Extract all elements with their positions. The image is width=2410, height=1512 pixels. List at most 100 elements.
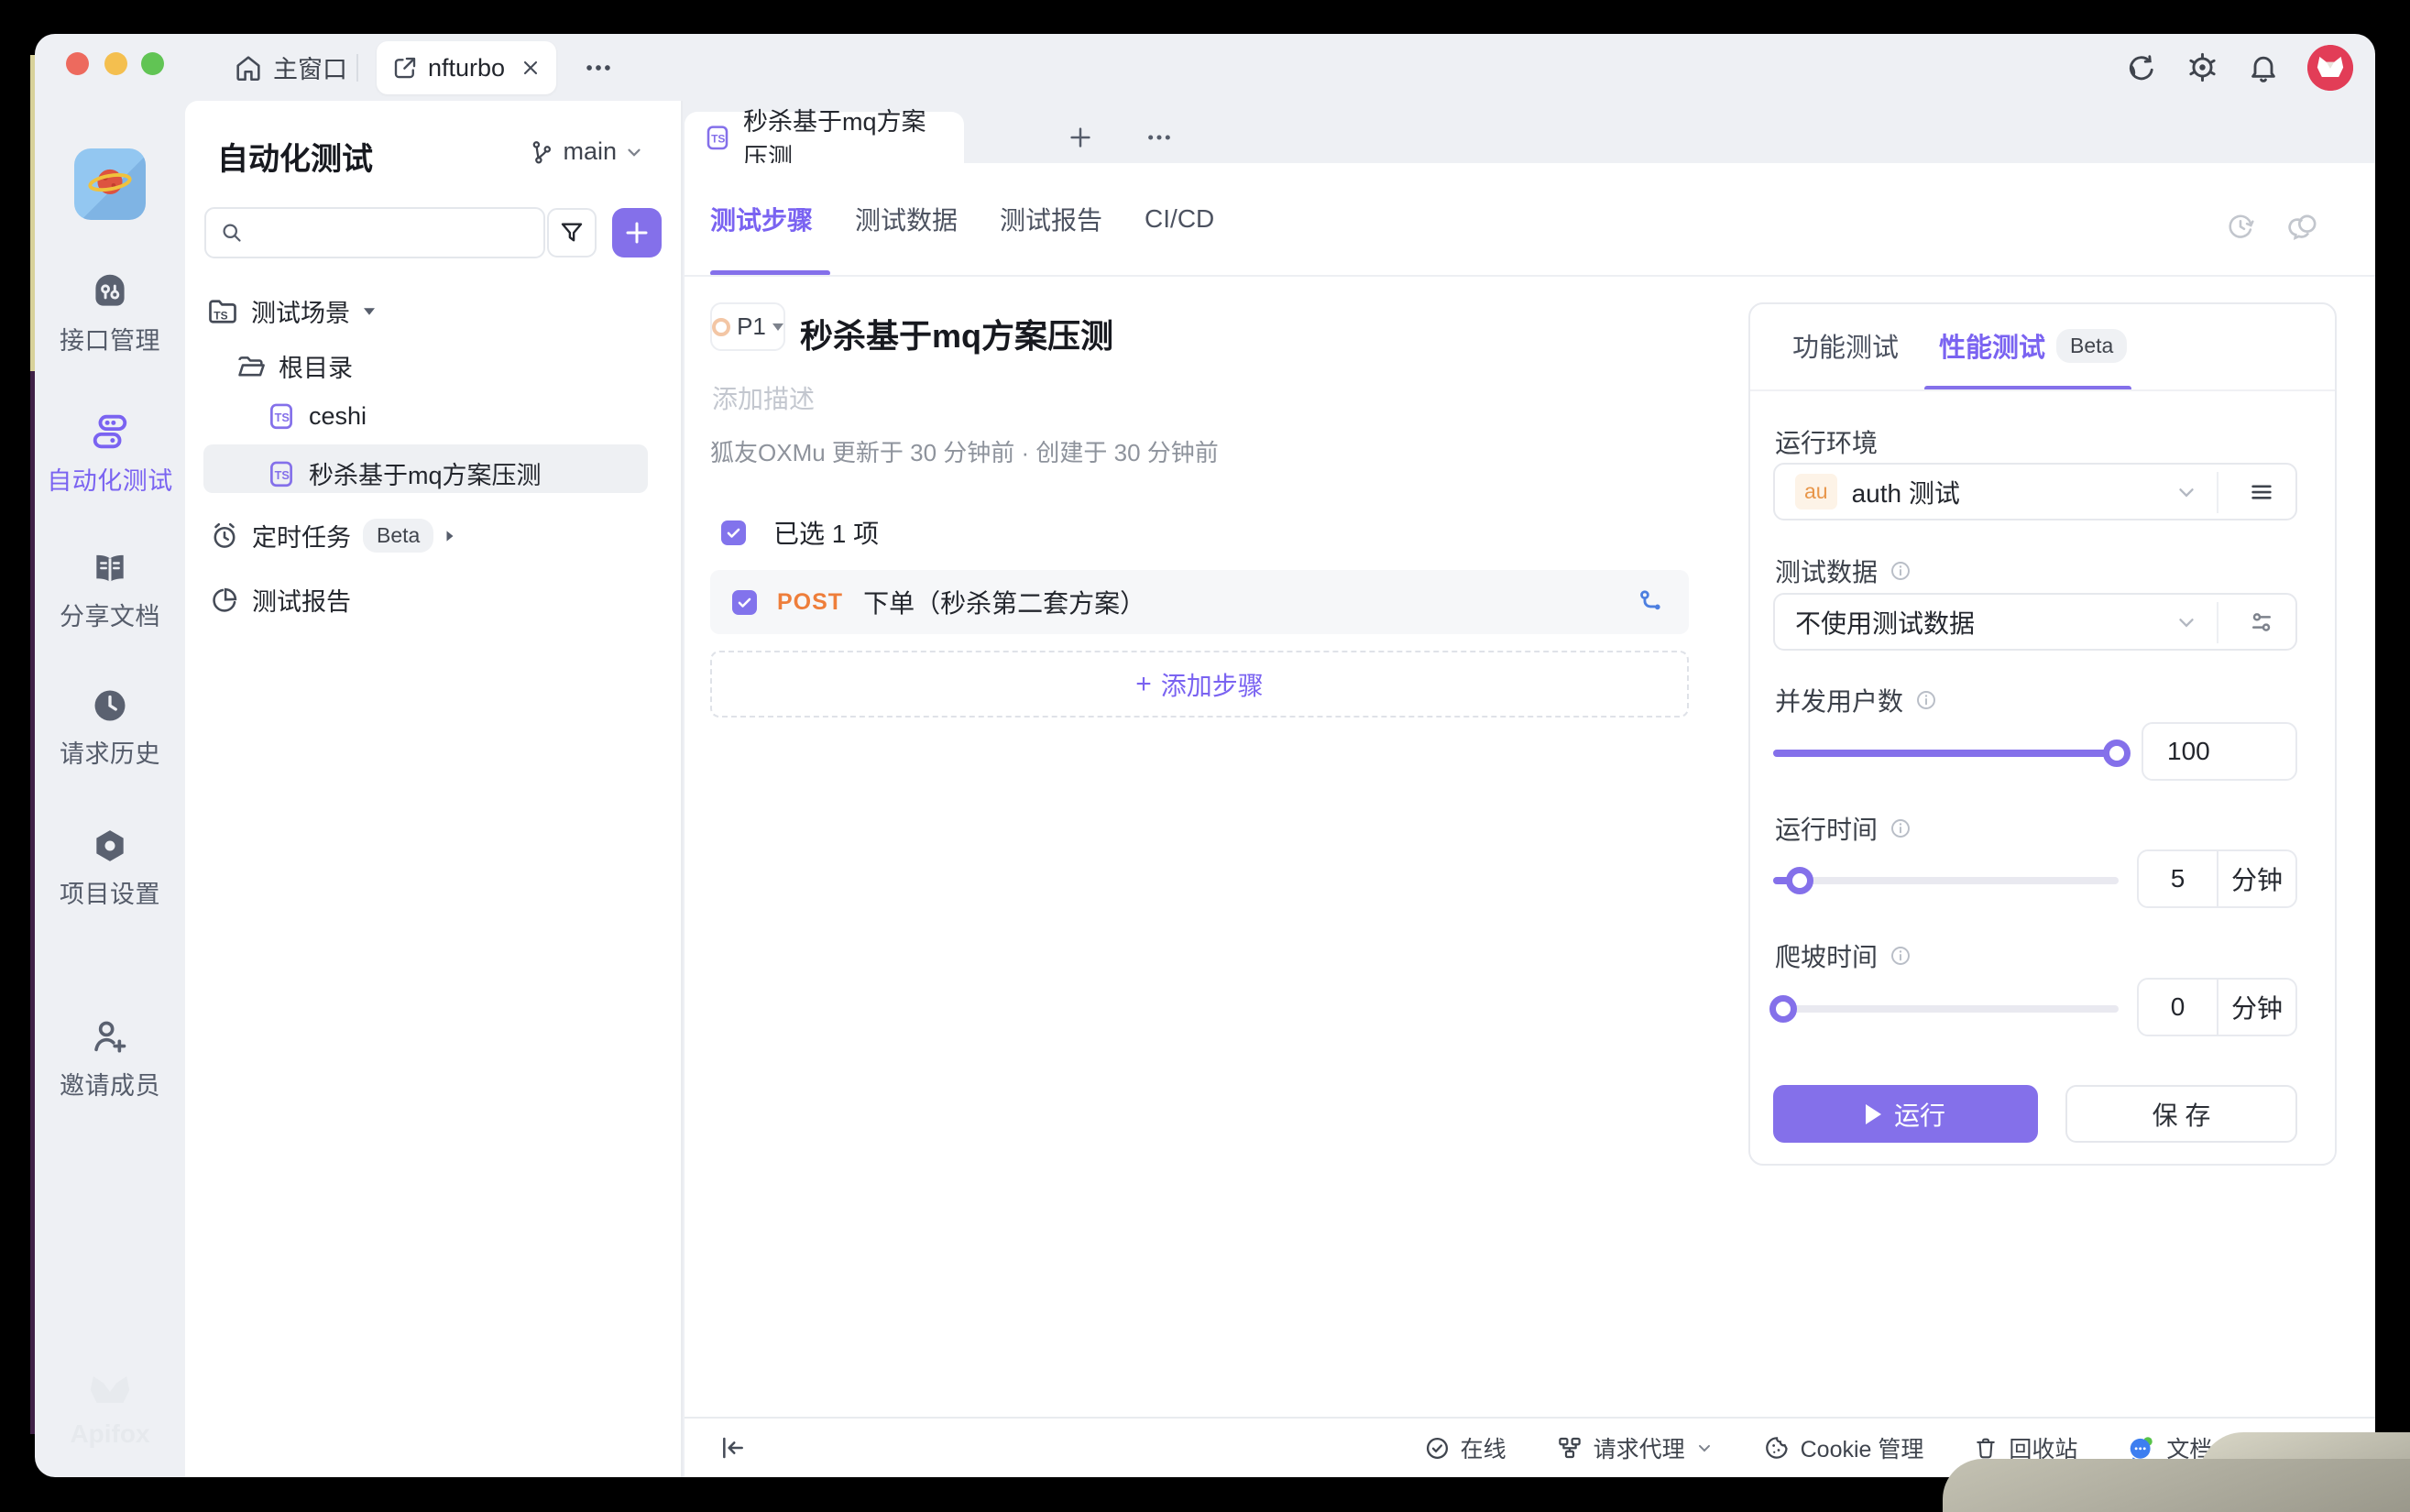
scenario-search[interactable] xyxy=(204,207,545,258)
tree-item-test-reports[interactable]: 测试报告 xyxy=(209,582,351,618)
duration-input[interactable]: 5 分钟 xyxy=(2137,849,2297,908)
test-scenario-file-icon: TS xyxy=(703,123,732,152)
concurrent-users-slider[interactable] xyxy=(1773,750,2119,757)
tab-test-reports[interactable]: 测试报告 xyxy=(1000,201,1102,237)
user-avatar[interactable] xyxy=(2307,45,2353,91)
tab-project-nfturbo[interactable]: nfturbo xyxy=(377,41,556,94)
api-management-icon xyxy=(90,272,130,312)
more-icon xyxy=(1145,123,1174,152)
info-icon[interactable] xyxy=(1914,688,1938,712)
tree-item-seckill-scenario[interactable]: TS 秒杀基于mq方案压测 xyxy=(266,455,542,491)
window-close-button[interactable] xyxy=(66,52,89,75)
test-data-select[interactable]: 不使用测试数据 xyxy=(1773,593,2297,651)
tree-item-ceshi[interactable]: TS ceshi xyxy=(266,400,367,432)
rail-item-project-settings[interactable]: 项目设置 xyxy=(35,826,185,910)
project-logo[interactable] xyxy=(74,148,146,220)
tab-functional-test[interactable]: 功能测试 xyxy=(1792,326,1899,365)
tab-project-label: nfturbo xyxy=(428,54,505,82)
tree-item-scheduled-tasks[interactable]: 定时任务 Beta xyxy=(209,518,455,553)
search-icon xyxy=(219,220,245,246)
svg-text:TS: TS xyxy=(275,411,290,424)
rail-item-invite-members[interactable]: 邀请成员 xyxy=(35,1015,185,1101)
add-step-button[interactable]: + 添加步骤 xyxy=(710,651,1689,718)
sync-icon[interactable] xyxy=(2125,51,2158,84)
online-status[interactable]: 在线 xyxy=(1424,1431,1506,1464)
tab-performance-test[interactable]: 性能测试 xyxy=(1939,326,2045,365)
alarm-clock-icon xyxy=(209,520,240,552)
rail-item-request-history[interactable]: 请求历史 xyxy=(35,685,185,770)
document-tabs-more-button[interactable] xyxy=(1135,114,1183,161)
automation-sidebar: 自动化测试 main TS xyxy=(185,101,683,1477)
tab-main-window[interactable]: 主窗口 xyxy=(233,34,347,101)
slider-handle[interactable] xyxy=(1769,995,1797,1023)
window-minimize-button[interactable] xyxy=(104,52,127,75)
caret-down-icon[interactable] xyxy=(364,308,375,315)
tree-item-root-folder[interactable]: 根目录 xyxy=(236,348,353,384)
branch-name: main xyxy=(563,137,617,166)
titlebar-more-button[interactable] xyxy=(583,34,614,101)
run-button[interactable]: 运行 xyxy=(1773,1085,2038,1143)
close-icon[interactable] xyxy=(520,57,542,79)
window-zoom-button[interactable] xyxy=(141,52,164,75)
chevron-down-icon xyxy=(624,142,644,162)
notifications-bell-icon[interactable] xyxy=(2247,51,2280,84)
new-document-tab-button[interactable] xyxy=(1057,114,1104,161)
branch-selector[interactable]: main xyxy=(528,137,644,166)
tab-test-steps[interactable]: 测试步骤 xyxy=(710,201,813,237)
rail-item-api-management[interactable]: 接口管理 xyxy=(35,272,185,356)
conversation-icon[interactable] xyxy=(2287,211,2320,244)
scenario-folder-icon: TS xyxy=(206,295,239,328)
tree-item-label: ceshi xyxy=(309,402,367,431)
rail-item-automated-testing[interactable]: 自动化测试 xyxy=(35,411,185,497)
ramp-up-value: 0 xyxy=(2139,992,2217,1022)
slider-handle[interactable] xyxy=(2103,740,2131,767)
select-all-checkbox[interactable] xyxy=(721,520,746,545)
save-button-label: 保 存 xyxy=(2153,1096,2211,1133)
info-icon[interactable] xyxy=(1889,559,1912,583)
tab-test-data[interactable]: 测试数据 xyxy=(855,201,958,237)
environment-manage-icon[interactable] xyxy=(2248,478,2275,506)
collapse-sidebar-button[interactable] xyxy=(718,1419,747,1477)
document-tab-active[interactable]: TS 秒杀基于mq方案压测 xyxy=(685,112,964,163)
titlebar: 主窗口 nfturbo xyxy=(35,34,2375,101)
caret-right-icon[interactable] xyxy=(447,531,454,541)
beta-badge: Beta xyxy=(363,519,433,553)
beta-badge: Beta xyxy=(2056,329,2127,363)
test-scenario-file-icon: TS xyxy=(266,458,297,489)
priority-selector[interactable]: P1 xyxy=(710,302,785,351)
environment-select[interactable]: au auth 测试 xyxy=(1773,463,2297,520)
tab-cicd[interactable]: CI/CD xyxy=(1145,204,1214,234)
svg-text:TS: TS xyxy=(214,309,227,322)
test-step-row[interactable]: POST 下单（秒杀第二套方案） xyxy=(710,570,1689,634)
extract-flow-icon[interactable] xyxy=(1636,586,1667,618)
info-icon[interactable] xyxy=(1889,944,1912,968)
new-scenario-button[interactable] xyxy=(612,208,662,257)
scenario-title[interactable]: 秒杀基于mq方案压测 xyxy=(800,310,1113,357)
slider-handle[interactable] xyxy=(1786,867,1813,894)
filter-button[interactable] xyxy=(547,208,597,257)
description-placeholder[interactable]: 添加描述 xyxy=(712,379,815,416)
ramp-up-slider[interactable] xyxy=(1773,1005,2119,1013)
ramp-up-input[interactable]: 0 分钟 xyxy=(2137,978,2297,1036)
rail-item-shared-docs[interactable]: 分享文档 xyxy=(35,548,185,632)
info-icon[interactable] xyxy=(1889,816,1912,840)
scenario-content: 测试步骤 测试数据 测试报告 CI/CD P1 秒杀基于mq方案压测 xyxy=(685,163,2375,1417)
request-history-icon xyxy=(90,685,130,726)
settings-gear-icon[interactable] xyxy=(2185,50,2219,84)
duration-slider[interactable] xyxy=(1773,877,2119,884)
request-proxy-menu[interactable]: 请求代理 xyxy=(1556,1431,1714,1464)
step-checkbox[interactable] xyxy=(732,590,757,615)
collapse-left-icon xyxy=(718,1433,747,1463)
save-button[interactable]: 保 存 xyxy=(2065,1085,2297,1143)
history-icon[interactable] xyxy=(2225,211,2256,244)
online-check-icon xyxy=(1424,1435,1451,1462)
concurrent-users-input[interactable]: 100 xyxy=(2142,722,2297,781)
test-data-settings-icon[interactable] xyxy=(2248,608,2275,636)
content-corner-icons xyxy=(2225,211,2320,244)
search-input[interactable] xyxy=(252,219,559,247)
online-label: 在线 xyxy=(1461,1431,1506,1464)
cookie-manager[interactable]: Cookie 管理 xyxy=(1763,1431,1924,1464)
tree-item-test-scenarios[interactable]: TS 测试场景 xyxy=(206,293,377,329)
chevron-down-icon xyxy=(1695,1439,1714,1457)
test-scenario-file-icon: TS xyxy=(266,400,297,432)
